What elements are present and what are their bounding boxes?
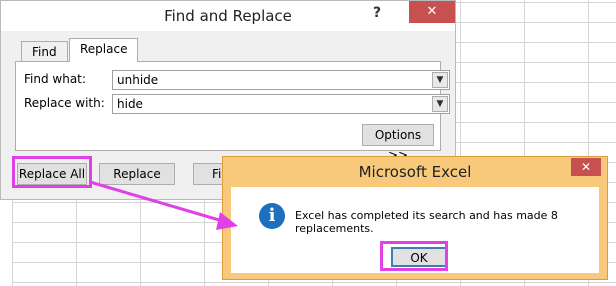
dialog-title: Find and Replace bbox=[164, 7, 292, 25]
replace-with-label: Replace with: bbox=[24, 96, 105, 110]
tab-find[interactable]: Find bbox=[21, 41, 68, 61]
replace-tab-panel: Find what: unhide ▼ Replace with: hide ▼… bbox=[15, 61, 450, 162]
replace-with-input[interactable]: hide ▼ bbox=[112, 94, 450, 114]
find-what-input[interactable]: unhide ▼ bbox=[112, 70, 450, 90]
tab-replace[interactable]: Replace bbox=[69, 38, 139, 62]
dialog-titlebar[interactable]: Find and Replace ? ✕ bbox=[1, 1, 455, 31]
ok-highlight bbox=[380, 241, 448, 271]
replace-button[interactable]: Replace bbox=[99, 163, 175, 185]
close-icon[interactable]: ✕ bbox=[409, 1, 455, 23]
information-icon: i bbox=[259, 203, 285, 229]
close-icon[interactable]: ✕ bbox=[571, 158, 601, 176]
chevron-down-icon[interactable]: ▼ bbox=[432, 72, 448, 88]
find-what-value: unhide bbox=[117, 73, 159, 87]
help-icon[interactable]: ? bbox=[373, 5, 381, 21]
message-box-title: Microsoft Excel bbox=[358, 163, 472, 181]
options-button[interactable]: Options >> bbox=[362, 124, 434, 162]
message-text: Excel has completed its search and has m… bbox=[295, 209, 558, 235]
replace-all-highlight bbox=[12, 156, 92, 188]
find-what-label: Find what: bbox=[24, 72, 86, 86]
chevron-down-icon[interactable]: ▼ bbox=[432, 96, 448, 112]
replace-with-value: hide bbox=[117, 97, 143, 111]
